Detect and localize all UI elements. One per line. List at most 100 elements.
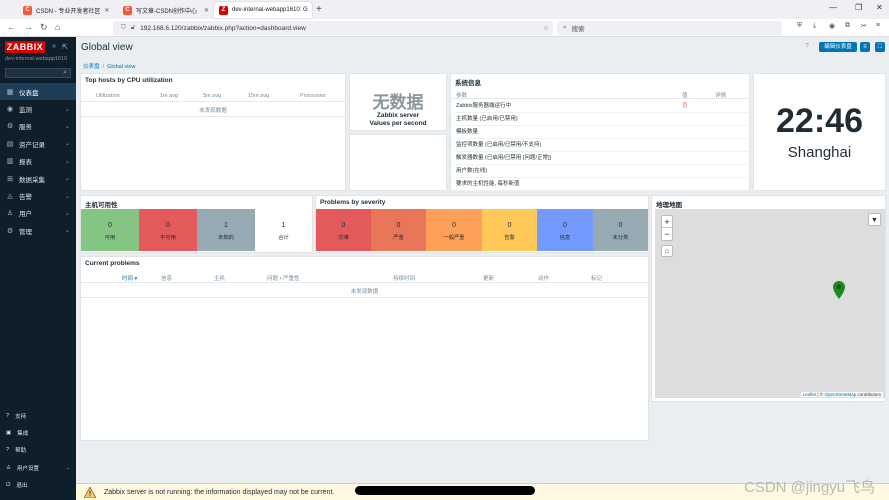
home-view-icon[interactable]: ⌂ (661, 245, 673, 257)
home-icon[interactable]: ⌂ (55, 22, 60, 32)
back-icon[interactable]: ← (7, 22, 16, 32)
severity-average[interactable]: 0 一般严重 (426, 209, 482, 251)
sidebar-item-support[interactable]: ? 支持 (0, 407, 76, 424)
widget-label: Values per second (369, 120, 427, 127)
integrations-icon: ▣ (6, 430, 12, 437)
breadcrumb-item[interactable]: Global view (107, 64, 135, 70)
column-header[interactable]: 5m avg (203, 93, 221, 99)
services-icon: ⚙ (6, 123, 14, 131)
close-icon[interactable]: ✕ (204, 7, 209, 14)
severity-not-classified[interactable]: 0 未分类 (593, 209, 648, 251)
sidebar-item-sign-out[interactable]: ⏻ 退出 (0, 477, 76, 494)
screenshot-icon[interactable]: ✂ (861, 22, 867, 30)
divider (451, 98, 749, 99)
column-header[interactable]: 1m avg (160, 93, 178, 99)
search-icon[interactable]: ⌕ (63, 69, 67, 77)
extensions-icon[interactable]: ⧉ (845, 22, 850, 30)
param-name: Zabbix服务器端运行中 (456, 103, 512, 109)
reload-icon[interactable]: ↻ (40, 22, 48, 33)
zoom-out-button[interactable]: − (662, 228, 672, 240)
menu-icon[interactable]: ≡ (876, 22, 880, 29)
map-canvas[interactable]: + − ⌂ ▼ Leaflet | © OpenStreetMap contri… (655, 209, 885, 398)
severity-information[interactable]: 0 信息 (537, 209, 593, 251)
sidebar-item-label: 用户 (19, 211, 32, 219)
bookmark-star-icon[interactable]: ☆ (543, 24, 549, 32)
osm-link[interactable]: OpenStreetMap (824, 392, 856, 397)
sidebar-item-label: 服务 (19, 124, 32, 132)
data-collection-icon: ⊞ (7, 175, 13, 183)
download-icon[interactable]: ⤓ (813, 22, 816, 30)
account-icon[interactable]: ◉ (829, 22, 835, 30)
gear-icon: ⚙ (6, 227, 14, 235)
count: 0 (108, 222, 112, 229)
sidebar-item-dashboard[interactable]: ▦ 仪表盘 (0, 83, 76, 101)
sidebar-item-label: 帮助 (15, 448, 27, 455)
widget-title: 地理地图 (656, 202, 682, 209)
column-header: 持续时间 (393, 276, 416, 282)
sidebar-item-alerts[interactable]: ◬ 告警 ⌄ (0, 187, 76, 204)
sidebar-item-monitoring[interactable]: ◉ 监测 ⌄ (0, 100, 76, 117)
tab-label: 写文章-CSDN创作中心 (136, 8, 197, 15)
watermark: CSDN @jingyu飞鸟 (744, 479, 876, 496)
sidebar-search-input[interactable]: ⌕ (5, 68, 71, 78)
forward-icon[interactable]: → (24, 22, 33, 32)
maximize-icon[interactable]: ❐ (855, 3, 862, 12)
minimize-icon[interactable]: — (829, 3, 837, 12)
sidebar-item-reports[interactable]: ▥ 报表 ⌄ (0, 153, 76, 170)
severity-warning[interactable]: 0 告警 (482, 209, 537, 251)
severity-disaster[interactable]: 0 灾难 (316, 209, 371, 251)
column-header: 更新 (483, 276, 495, 282)
sidebar-item-user-settings[interactable]: ♙ 用户设置 ⌄ (0, 459, 76, 476)
tab-csdn[interactable]: C CSDN - 专业开发者社区 ✕ (18, 2, 114, 18)
sidebar-item-administration[interactable]: ⚙ 管理 ⌄ (0, 222, 76, 239)
sidebar-item-inventory[interactable]: ▤ 资产记录 ⌄ (0, 135, 76, 152)
edit-dashboard-button[interactable]: 编辑仪表盘 (819, 42, 857, 52)
param-name: 要求的主机性能, 每秒新值 (456, 181, 520, 187)
widget-top-hosts: Top hosts by CPU utilization Utilization… (80, 73, 346, 191)
new-tab-icon[interactable]: + (316, 4, 322, 15)
close-icon[interactable]: ✕ (104, 7, 109, 14)
param-value: 否 (682, 103, 688, 109)
availability-total[interactable]: 1 合计 (255, 209, 312, 251)
column-header[interactable]: 15m avg (248, 93, 269, 99)
table-row: 用户数(在线) (454, 165, 748, 178)
address-bar[interactable]: ⛉ 🔓︎ 192.168.6.120/zabbix/zabbix.php?act… (113, 21, 553, 35)
map-marker-icon[interactable] (833, 281, 845, 299)
filter-icon[interactable]: ▼ (868, 213, 881, 226)
search-box[interactable]: ⌕ 搜索 (557, 21, 782, 35)
tab-label: dev-internal-webapp1610: G (232, 7, 308, 13)
sidebar-item-services[interactable]: ⚙ 服务 ⌄ (0, 118, 76, 135)
close-window-icon[interactable]: ✕ (876, 3, 883, 12)
tab-zabbix[interactable]: Z dev-internal-webapp1610: G ✕ (214, 2, 312, 18)
sidebar-item-users[interactable]: ♙ 用户 ⌄ (0, 205, 76, 222)
count: 0 (166, 222, 170, 229)
warning-icon (84, 486, 96, 498)
sidebar-item-data-collection[interactable]: ⊞ 数据采集 ⌄ (0, 170, 76, 187)
support-icon: ? (6, 412, 10, 419)
zoom-in-button[interactable]: + (662, 216, 672, 228)
column-header[interactable]: Processes (300, 93, 326, 99)
server-hostname: dev-internal-webapp1610 (5, 56, 68, 62)
sidebar-item-integrations[interactable]: ▣ 集成 (0, 424, 76, 441)
availability-available[interactable]: 0 可用 (81, 209, 139, 251)
dashboard-icon: ▦ (6, 88, 14, 96)
column-header[interactable]: Utilization (96, 93, 120, 99)
kiosk-mode-icon[interactable]: ⛶ (875, 42, 885, 52)
pocket-icon[interactable]: ⛨ (797, 22, 802, 30)
zabbix-logo[interactable]: ZABBIX (5, 41, 45, 53)
widget-geomap: 地理地图 + − ⌂ ▼ Leaflet | © OpenStreetMap c… (651, 195, 886, 402)
no-data-text: 未发现数据 (350, 289, 379, 295)
availability-unavailable[interactable]: 0 不可用 (139, 209, 197, 251)
column-header[interactable]: 时间 ▾ (122, 274, 137, 282)
leaflet-link[interactable]: Leaflet (803, 392, 817, 397)
availability-unknown[interactable]: 1 未知的 (197, 209, 255, 251)
sidebar-item-help[interactable]: ? 帮助 (0, 442, 76, 459)
dashboard-actions-icon[interactable]: ≡ (860, 42, 870, 52)
severity-high[interactable]: 0 严重 (371, 209, 426, 251)
breadcrumb-item[interactable]: 仪表盘 (83, 64, 100, 70)
count: 0 (563, 222, 567, 229)
collapse-sidebar-icon[interactable]: « (52, 43, 56, 50)
help-icon[interactable]: ? (805, 43, 809, 50)
kiosk-mode-icon[interactable]: ⇱ (62, 43, 68, 51)
tab-csdn-editor[interactable]: C 写文章-CSDN创作中心 ✕ (118, 2, 214, 18)
